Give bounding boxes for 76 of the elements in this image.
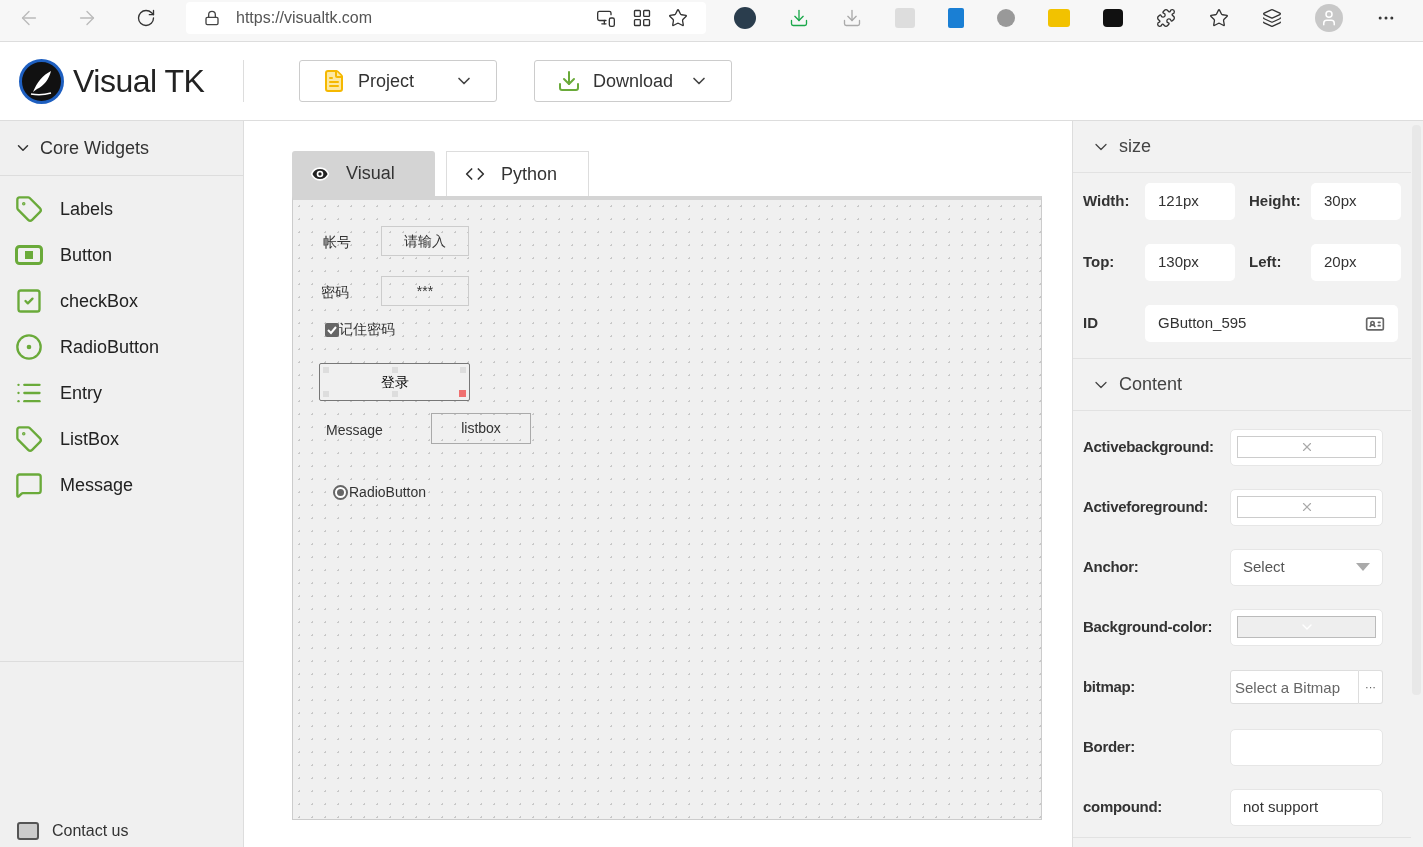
- widget-button[interactable]: 登录: [319, 363, 470, 401]
- grid-icon[interactable]: [632, 8, 652, 28]
- contact-link[interactable]: Contact us: [0, 815, 243, 847]
- text-field[interactable]: [1230, 728, 1383, 766]
- widget-label[interactable]: 帐号: [323, 232, 351, 253]
- text-field[interactable]: not support: [1230, 788, 1383, 826]
- property-label: Background-color:: [1083, 616, 1213, 637]
- color-picker[interactable]: [1230, 428, 1383, 466]
- tag-icon: [15, 425, 43, 453]
- widget-radio-label: RadioButton: [349, 483, 427, 502]
- property-label: Activebackground:: [1083, 436, 1214, 457]
- widget-radio[interactable]: [333, 485, 348, 500]
- address-bar[interactable]: https://visualtk.com: [186, 2, 706, 34]
- property-label: Border:: [1083, 736, 1136, 757]
- mail-icon: [16, 819, 40, 843]
- bitmap-field[interactable]: Select a Bitmap: [1230, 670, 1359, 704]
- section-header[interactable]: size: [1073, 121, 1411, 173]
- reload-icon[interactable]: [136, 8, 156, 28]
- property-label: ID: [1083, 313, 1099, 334]
- widget-item[interactable]: RadioButton: [0, 324, 243, 370]
- download-icon: [557, 69, 581, 93]
- favorites-icon[interactable]: [1209, 8, 1229, 28]
- widget-item[interactable]: Message: [0, 462, 243, 508]
- editor-tab[interactable]: Python: [446, 151, 589, 196]
- radio-icon: [15, 333, 43, 361]
- value-field[interactable]: 121px: [1145, 183, 1235, 220]
- section-header[interactable]: Core Widgets: [0, 121, 243, 176]
- property-label: Left:: [1248, 252, 1283, 273]
- value-field[interactable]: 30px: [1311, 183, 1401, 220]
- property-label: Top:: [1083, 252, 1116, 273]
- feather-logo-icon: [19, 58, 64, 104]
- lock-icon: [204, 10, 220, 26]
- editor-tab[interactable]: Visual: [292, 151, 435, 196]
- collections-icon[interactable]: [1262, 8, 1282, 28]
- property-label: Anchor:: [1083, 556, 1139, 577]
- download-icon[interactable]: [789, 8, 809, 28]
- download-icon[interactable]: [842, 8, 862, 28]
- widget-item[interactable]: Entry: [0, 370, 243, 416]
- color-picker[interactable]: [1230, 488, 1383, 526]
- value-field[interactable]: 130px: [1145, 244, 1235, 281]
- star-icon[interactable]: [668, 8, 688, 28]
- menu-dropdown[interactable]: Download: [534, 60, 732, 102]
- device-icon[interactable]: [596, 8, 616, 28]
- url-text: https://visualtk.com: [236, 8, 374, 28]
- widget-label[interactable]: 密码: [321, 282, 349, 303]
- menu-dropdown[interactable]: Project: [299, 60, 497, 102]
- property-label: Width:: [1083, 191, 1131, 212]
- color-picker[interactable]: [1230, 608, 1383, 646]
- widget-checkbox-label: 记住密码: [339, 320, 395, 339]
- id-field[interactable]: GButton_595: [1145, 305, 1398, 342]
- profile-avatar[interactable]: [1315, 4, 1343, 32]
- section-header[interactable]: Content: [1073, 359, 1411, 411]
- value-field[interactable]: 20px: [1311, 244, 1401, 281]
- widget-item[interactable]: ListBox: [0, 416, 243, 462]
- anchor-select[interactable]: Select: [1230, 548, 1383, 586]
- property-label: bitmap:: [1083, 676, 1136, 697]
- widget-entry[interactable]: ***: [381, 276, 469, 306]
- file-icon: [322, 69, 346, 93]
- puzzle-icon[interactable]: [1156, 8, 1176, 28]
- widget-checkbox[interactable]: [325, 322, 339, 337]
- property-label: compound:: [1083, 796, 1162, 817]
- logo-text: Visual TK: [73, 62, 205, 101]
- widget-item[interactable]: Labels: [0, 186, 243, 232]
- browse-button[interactable]: ···: [1359, 670, 1383, 704]
- widget-label[interactable]: Message: [326, 420, 383, 441]
- tag-icon: [15, 195, 43, 223]
- widget-item[interactable]: Button: [0, 232, 243, 278]
- caret-icon: [1356, 563, 1370, 571]
- widget-item[interactable]: checkBox: [0, 278, 243, 324]
- checkbox-icon: [15, 287, 43, 315]
- widget-entry[interactable]: 请输入: [381, 226, 469, 256]
- property-label: Activeforeground:: [1083, 496, 1208, 517]
- property-label: Height:: [1248, 191, 1302, 212]
- message-icon: [15, 471, 43, 499]
- widget-listbox[interactable]: listbox: [431, 413, 531, 444]
- button-icon: [15, 245, 43, 265]
